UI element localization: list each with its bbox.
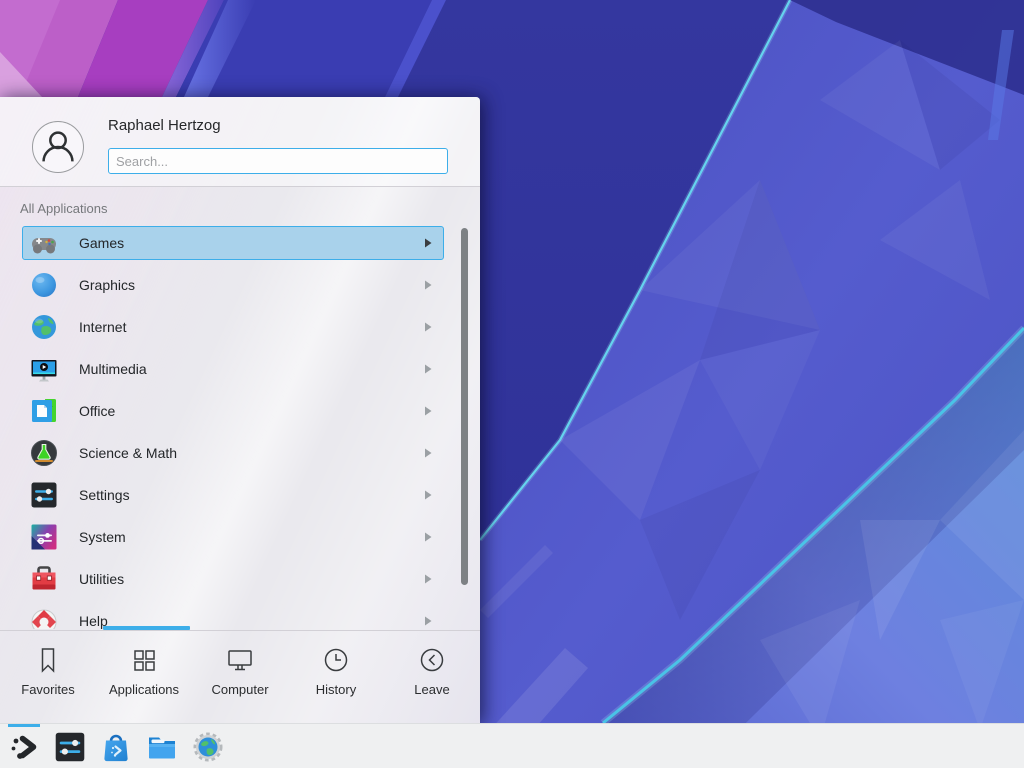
submenu-arrow-icon bbox=[424, 532, 432, 542]
submenu-arrow-icon bbox=[424, 322, 432, 332]
gamepad-icon bbox=[30, 229, 58, 257]
tab-label: Favorites bbox=[21, 682, 74, 697]
search-input[interactable] bbox=[108, 148, 448, 174]
category-row-help[interactable]: Help bbox=[0, 600, 480, 629]
category-row-graphics[interactable]: Graphics bbox=[0, 264, 480, 306]
leave-icon bbox=[417, 645, 447, 675]
category-row-internet[interactable]: Internet bbox=[0, 306, 480, 348]
category-label: Graphics bbox=[79, 277, 135, 293]
category-row-games[interactable]: Games bbox=[0, 222, 480, 264]
file-manager-button[interactable] bbox=[140, 724, 184, 768]
submenu-arrow-icon bbox=[424, 574, 432, 584]
tab-label: History bbox=[316, 682, 356, 697]
media-screen-icon bbox=[30, 355, 58, 383]
category-row-system[interactable]: System bbox=[0, 516, 480, 558]
application-launcher-button[interactable] bbox=[2, 724, 46, 768]
submenu-arrow-icon bbox=[424, 238, 432, 248]
lifebuoy-icon bbox=[30, 607, 58, 629]
application-launcher-popup: Raphael Hertzog All Applications Games bbox=[0, 97, 480, 723]
history-clock-icon bbox=[321, 645, 351, 675]
category-row-office[interactable]: Office bbox=[0, 390, 480, 432]
bookmark-icon bbox=[33, 645, 63, 675]
category-label: Games bbox=[79, 235, 124, 251]
launcher-footer-tabs: Favorites Applications Computer bbox=[0, 630, 480, 723]
paint-ball-icon bbox=[30, 271, 58, 299]
software-bag-icon bbox=[100, 731, 132, 763]
submenu-arrow-icon bbox=[424, 280, 432, 290]
submenu-arrow-icon bbox=[424, 448, 432, 458]
user-avatar[interactable] bbox=[32, 121, 84, 173]
list-scrollbar[interactable] bbox=[461, 228, 468, 585]
desktop[interactable]: Raphael Hertzog All Applications Games bbox=[0, 0, 1024, 768]
category-label: Science & Math bbox=[79, 445, 177, 461]
submenu-arrow-icon bbox=[424, 406, 432, 416]
toolbox-icon bbox=[30, 565, 58, 593]
category-label: Office bbox=[79, 403, 115, 419]
tab-leave[interactable]: Leave bbox=[384, 631, 480, 723]
tab-computer[interactable]: Computer bbox=[192, 631, 288, 723]
globe-icon bbox=[30, 313, 58, 341]
computer-icon bbox=[225, 645, 255, 675]
flask-icon bbox=[30, 439, 58, 467]
category-label: System bbox=[79, 529, 126, 545]
category-label: Settings bbox=[79, 487, 130, 503]
discover-button[interactable] bbox=[94, 724, 138, 768]
system-sliders-icon bbox=[30, 523, 58, 551]
tab-history[interactable]: History bbox=[288, 631, 384, 723]
category-label: Internet bbox=[79, 319, 126, 335]
submenu-arrow-icon bbox=[424, 616, 432, 626]
taskbar: ES 7:03 PM 4/24/21 bbox=[0, 723, 1024, 768]
documents-icon bbox=[30, 397, 58, 425]
category-row-utilities[interactable]: Utilities bbox=[0, 558, 480, 600]
category-row-multimedia[interactable]: Multimedia bbox=[0, 348, 480, 390]
category-list: Games Graphics bbox=[0, 222, 480, 629]
active-tab-indicator bbox=[103, 626, 190, 630]
launcher-header: Raphael Hertzog bbox=[0, 97, 480, 187]
user-icon bbox=[33, 122, 83, 172]
web-browser-button[interactable] bbox=[186, 724, 230, 768]
user-name: Raphael Hertzog bbox=[108, 117, 221, 134]
tab-applications[interactable]: Applications bbox=[96, 631, 192, 723]
settings-sliders-icon bbox=[54, 731, 86, 763]
category-row-settings[interactable]: Settings bbox=[0, 474, 480, 516]
tab-label: Applications bbox=[109, 682, 179, 697]
tab-favorites[interactable]: Favorites bbox=[0, 631, 96, 723]
tab-label: Computer bbox=[211, 682, 268, 697]
sliders-icon bbox=[30, 481, 58, 509]
active-app-indicator bbox=[8, 724, 40, 727]
submenu-arrow-icon bbox=[424, 490, 432, 500]
globe-gear-icon bbox=[192, 731, 224, 763]
kde-launcher-icon bbox=[8, 731, 40, 763]
section-label: All Applications bbox=[20, 201, 107, 216]
system-settings-button[interactable] bbox=[48, 724, 92, 768]
category-row-science[interactable]: Science & Math bbox=[0, 432, 480, 474]
tab-label: Leave bbox=[414, 682, 449, 697]
category-label: Multimedia bbox=[79, 361, 147, 377]
folder-icon bbox=[146, 731, 178, 763]
category-label: Utilities bbox=[79, 571, 124, 587]
app-grid-icon bbox=[129, 645, 159, 675]
submenu-arrow-icon bbox=[424, 364, 432, 374]
